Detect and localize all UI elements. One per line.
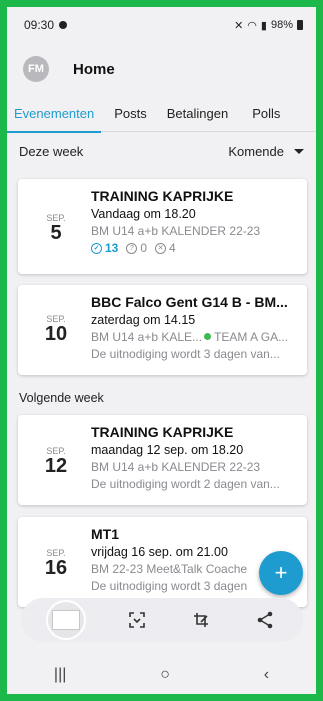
event-day: 12: [44, 455, 68, 477]
count-maybe-value: 0: [140, 241, 148, 255]
back-icon[interactable]: ‹: [264, 666, 269, 684]
count-no: ✕ 4: [155, 241, 176, 255]
avatar[interactable]: FM: [23, 56, 49, 82]
status-right: ✕ ◠ ▮ 98%: [234, 19, 303, 32]
chevron-down-icon: [294, 148, 304, 154]
battery-level: 98%: [270, 19, 293, 31]
event-time: zaterdag om 14.15: [91, 313, 196, 327]
add-event-button[interactable]: +: [259, 551, 303, 595]
share-icon[interactable]: [252, 607, 278, 633]
page-title: Home: [73, 60, 115, 78]
screenshot-toolbar: [21, 598, 303, 642]
count-no-value: 4: [169, 241, 176, 255]
signal-icon: ▮: [260, 19, 267, 32]
event-time: Vandaag om 18.20: [91, 207, 196, 221]
event-calendar: BM U14 a+b KALENDER 22-23: [91, 224, 261, 238]
invite-note: De uitnodiging wordt 3 dagen van...: [91, 347, 280, 361]
attendance-counts: ✓ 13 ? 0 ✕ 4: [91, 241, 299, 255]
screenshot-thumbnail[interactable]: [46, 600, 86, 640]
event-details: TRAINING KAPRIJKE maandag 12 sep. om 18.…: [91, 424, 299, 491]
sort-value: Komende: [228, 143, 284, 159]
thumbnail-preview: [52, 610, 80, 630]
phone-screen: 09:30 ✕ ◠ ▮ 98% FM Home Evenementen Post…: [7, 7, 316, 694]
event-card[interactable]: SEP. 5 TRAINING KAPRIJKE Vandaag om 18.2…: [18, 179, 307, 274]
count-yes-value: 13: [105, 241, 119, 255]
status-time: 09:30: [24, 18, 55, 32]
event-calendar: BM U14 a+b KALE... TEAM A GA...: [91, 330, 299, 344]
tab-betalingen[interactable]: Betalingen: [160, 95, 235, 132]
system-nav-bar: ||| ○ ‹: [7, 655, 316, 694]
event-day: 5: [50, 222, 62, 244]
filter-bar: Deze week Komende: [7, 133, 316, 169]
wifi-icon: ◠: [247, 19, 257, 32]
invite-note: De uitnodiging wordt 2 dagen van...: [91, 477, 280, 491]
team-name: TEAM A GA...: [214, 330, 289, 344]
tab-polls[interactable]: Polls: [245, 95, 287, 132]
count-yes: ✓ 13: [91, 241, 118, 255]
x-circle-icon: ✕: [155, 242, 167, 254]
event-card[interactable]: SEP. 10 BBC Falco Gent G14 B - BM... zat…: [18, 285, 307, 375]
tab-posts[interactable]: Posts: [107, 95, 154, 132]
event-details: BBC Falco Gent G14 B - BM... zaterdag om…: [91, 294, 299, 361]
home-icon[interactable]: ○: [160, 666, 170, 684]
count-maybe: ? 0: [126, 241, 147, 255]
question-circle-icon: ?: [126, 242, 138, 254]
edit-crop-icon[interactable]: [188, 607, 214, 633]
team-dot-icon: [204, 333, 212, 340]
scroll-capture-icon[interactable]: [124, 607, 150, 633]
check-circle-icon: ✓: [91, 242, 102, 254]
app-bar: FM Home: [7, 43, 316, 95]
event-title: TRAINING KAPRIJKE: [91, 424, 234, 440]
event-title: MT1: [91, 526, 119, 542]
section-next-week: Volgende week: [19, 391, 104, 405]
period-label: Deze week: [19, 143, 84, 159]
calendar-name: BM U14 a+b KALE...: [91, 330, 203, 344]
event-day: 16: [44, 557, 68, 579]
event-calendar: BM U14 a+b KALENDER 22-23: [91, 460, 261, 474]
event-date: SEP. 16: [35, 548, 77, 578]
mute-icon: ✕: [234, 19, 244, 32]
battery-icon: [297, 20, 303, 30]
notification-icon: [59, 21, 68, 29]
event-time: maandag 12 sep. om 18.20: [91, 443, 244, 457]
event-date: SEP. 5: [35, 213, 77, 243]
event-date: SEP. 12: [35, 446, 77, 476]
tab-evenementen[interactable]: Evenementen: [7, 95, 102, 133]
event-title: BBC Falco Gent G14 B - BM...: [91, 294, 288, 310]
tab-bar: Evenementen Posts Betalingen Polls: [7, 95, 316, 133]
event-card[interactable]: SEP. 12 TRAINING KAPRIJKE maandag 12 sep…: [18, 415, 307, 505]
event-day: 10: [44, 323, 68, 345]
event-details: TRAINING KAPRIJKE Vandaag om 18.20 BM U1…: [91, 188, 299, 255]
recent-apps-icon[interactable]: |||: [54, 666, 66, 684]
status-bar: 09:30 ✕ ◠ ▮ 98%: [7, 7, 316, 43]
event-title: TRAINING KAPRIJKE: [91, 188, 234, 204]
sort-dropdown[interactable]: Komende: [228, 144, 304, 159]
status-left: 09:30: [24, 18, 68, 32]
event-date: SEP. 10: [35, 314, 77, 344]
